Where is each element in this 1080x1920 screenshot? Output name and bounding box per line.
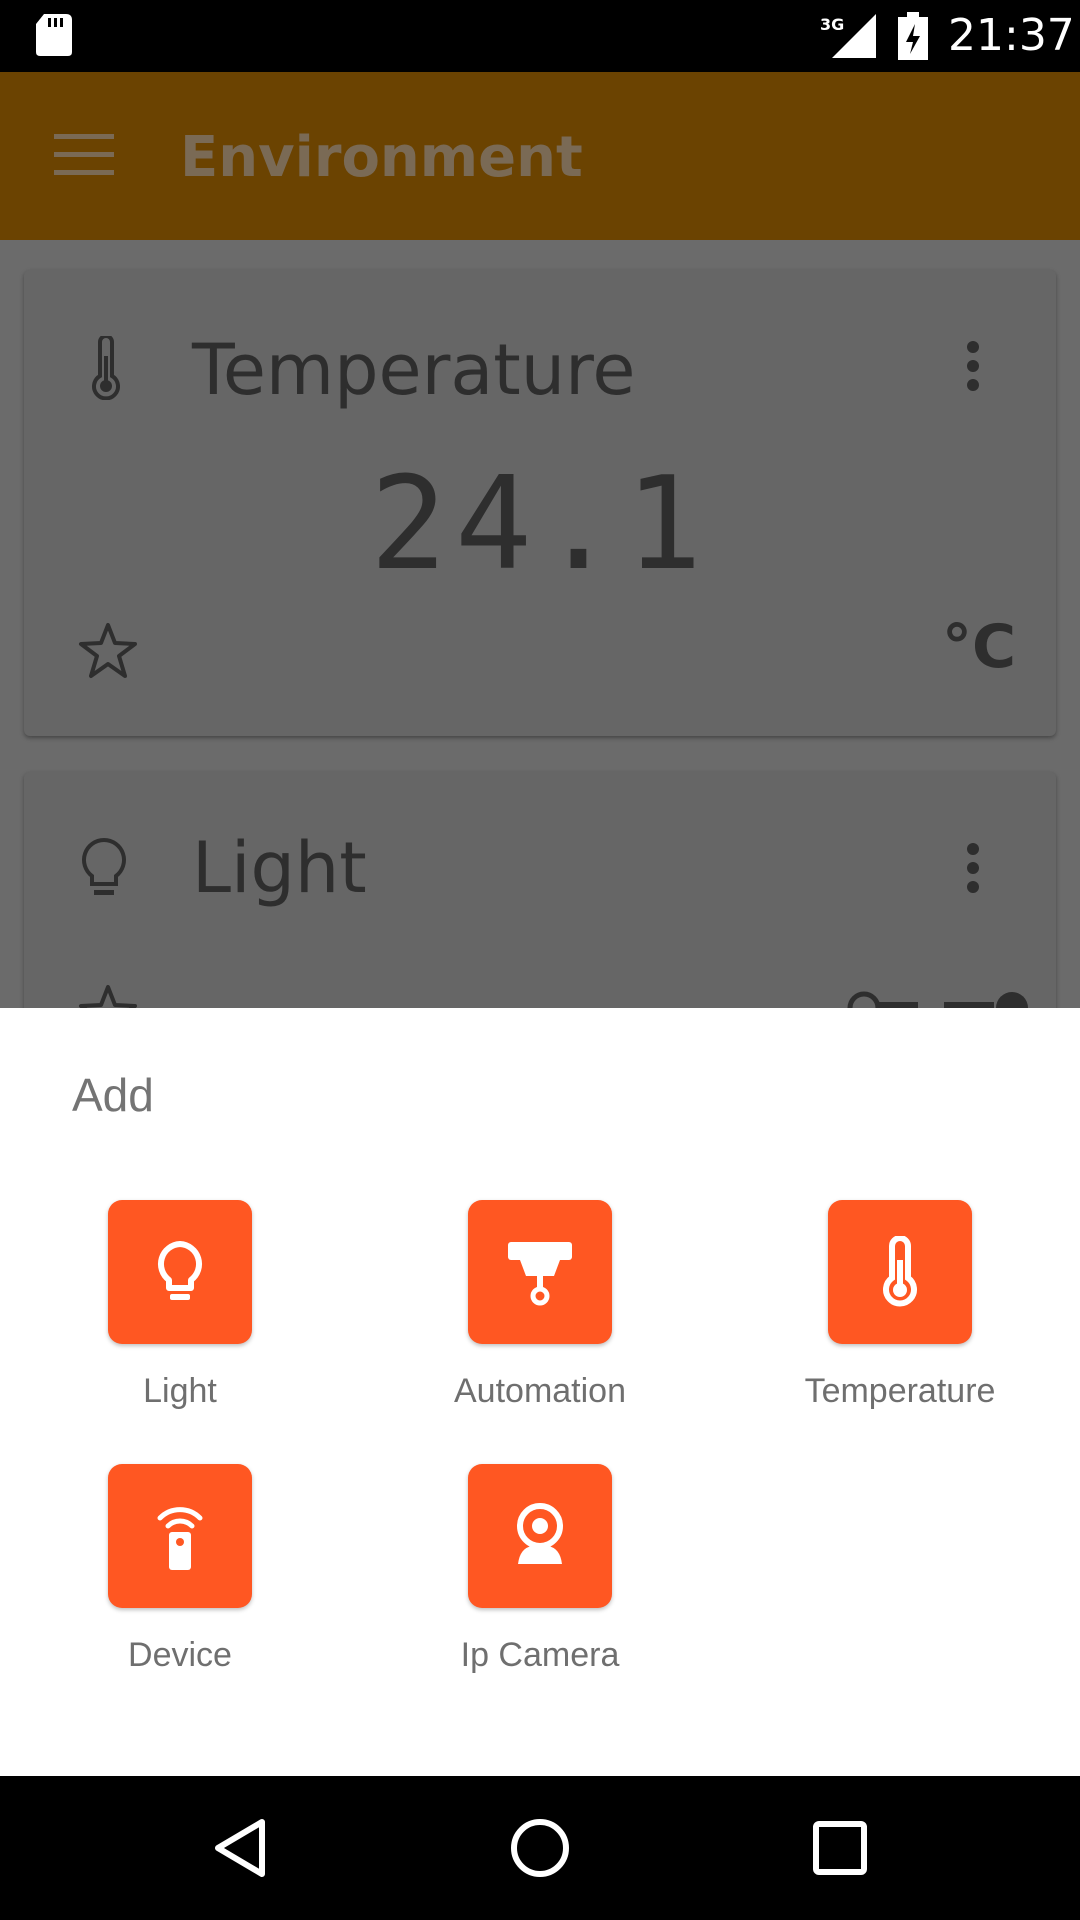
- add-device-option[interactable]: Device: [30, 1464, 330, 1675]
- remote-device-icon: [157, 1507, 203, 1570]
- thermometer-icon: [92, 336, 120, 400]
- thermometer-icon: [883, 1236, 917, 1307]
- add-automation-option[interactable]: Automation: [390, 1200, 690, 1411]
- add-ip-camera-option[interactable]: Ip Camera: [390, 1464, 690, 1675]
- network-type-label: 3G: [820, 15, 844, 34]
- add-option-label: Temperature: [804, 1372, 996, 1410]
- add-temperature-option[interactable]: Temperature: [750, 1200, 1050, 1411]
- home-icon[interactable]: [504, 1812, 576, 1884]
- add-device-button[interactable]: [108, 1464, 252, 1608]
- status-bar: 3G 21:37: [0, 0, 1080, 72]
- add-bottom-sheet: Add Light Automation Temperature Device …: [0, 1008, 1080, 1776]
- webcam-icon: [517, 1503, 563, 1564]
- automation-icon: [508, 1242, 572, 1306]
- add-option-label: Ip Camera: [460, 1636, 620, 1674]
- navigation-bar: [0, 1776, 1080, 1920]
- add-light-option[interactable]: Light: [30, 1200, 330, 1411]
- add-light-button[interactable]: [108, 1200, 252, 1344]
- card-title-light: Light: [192, 827, 367, 909]
- recents-icon[interactable]: [804, 1812, 876, 1884]
- add-temperature-button[interactable]: [828, 1200, 972, 1344]
- sd-card-icon: [36, 14, 72, 56]
- add-option-label: Light: [143, 1372, 217, 1410]
- add-option-label: Automation: [454, 1372, 626, 1410]
- status-time: 21:37: [948, 10, 1075, 61]
- favorite-star-icon[interactable]: [78, 622, 138, 680]
- more-options-icon[interactable]: [966, 842, 980, 894]
- battery-charging-icon: [898, 12, 928, 60]
- sheet-title: Add: [72, 1069, 154, 1121]
- add-automation-button[interactable]: [468, 1200, 612, 1344]
- add-ip-camera-button[interactable]: [468, 1464, 612, 1608]
- lightbulb-icon: [157, 1241, 203, 1300]
- hamburger-menu-icon[interactable]: [54, 134, 114, 176]
- cell-signal-icon: 3G: [820, 14, 876, 58]
- back-icon[interactable]: [204, 1812, 276, 1884]
- add-option-label: Device: [128, 1636, 232, 1674]
- card-title-temperature: Temperature: [192, 329, 636, 411]
- temperature-card[interactable]: Temperature 24.1 °C: [24, 270, 1056, 736]
- page-title: Environment: [180, 125, 583, 190]
- lightbulb-icon: [82, 837, 126, 895]
- more-options-icon[interactable]: [966, 340, 980, 392]
- temperature-value: 24.1: [369, 450, 711, 599]
- temperature-unit: °C: [942, 612, 1017, 682]
